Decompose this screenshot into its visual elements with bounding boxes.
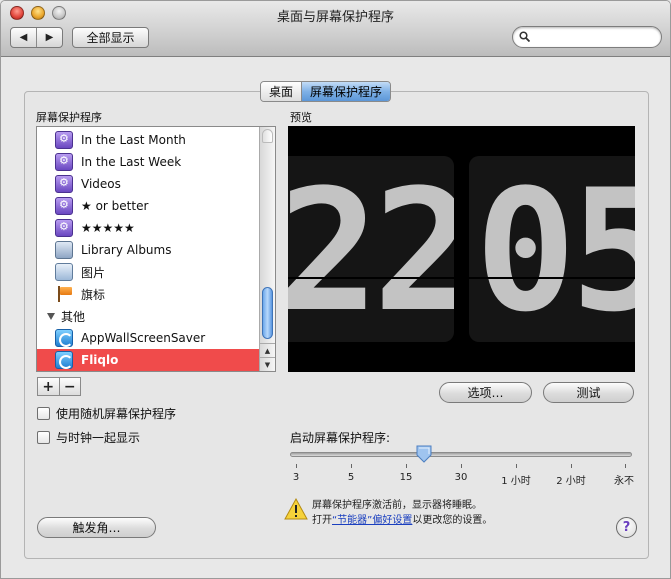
list-item[interactable]: Videos bbox=[37, 173, 259, 195]
list-item-label: ★★★★★ bbox=[81, 221, 135, 235]
smart-album-icon bbox=[55, 197, 73, 215]
pictures-icon bbox=[55, 263, 73, 281]
scrollbar-thumb[interactable] bbox=[262, 287, 273, 339]
list-item-label: Library Albums bbox=[81, 243, 172, 257]
slider-tick bbox=[406, 464, 407, 468]
energy-saver-link[interactable]: “节能器”偏好设置 bbox=[332, 515, 412, 526]
title-toolbar: 桌面与屏幕保护程序 ◀ ▶ 全部显示 bbox=[1, 1, 670, 57]
list-item-selected[interactable]: Fliqlo bbox=[37, 349, 259, 371]
card-hinge bbox=[469, 277, 635, 279]
options-button[interactable]: 选项… bbox=[439, 382, 532, 403]
preferences-window: 桌面与屏幕保护程序 ◀ ▶ 全部显示 桌面 屏幕保护程序 屏幕保护程序 预览 I… bbox=[0, 0, 671, 579]
list-item[interactable]: In the Last Week bbox=[37, 151, 259, 173]
slider-tick bbox=[461, 464, 462, 468]
card-hinge bbox=[288, 277, 454, 279]
slider-knob[interactable] bbox=[416, 445, 432, 463]
slider-tick-label: 3 bbox=[292, 472, 300, 483]
slider-tick-label: 15 bbox=[399, 472, 413, 483]
slider-tick bbox=[571, 464, 572, 468]
warning-icon bbox=[284, 498, 308, 520]
minutes-card: 05 bbox=[469, 156, 635, 342]
warning-text-line1: 屏幕保护程序激活前，显示器将睡眠。 bbox=[312, 500, 482, 511]
nav-segment: ◀ ▶ bbox=[10, 27, 63, 48]
slider-tick bbox=[516, 464, 517, 468]
slider-tick-label: 30 bbox=[454, 472, 468, 483]
remove-button[interactable]: − bbox=[60, 378, 81, 395]
slider-tick bbox=[351, 464, 352, 468]
scroll-up-arrow-icon[interactable]: ▲ bbox=[260, 343, 275, 357]
list-item[interactable]: Library Albums bbox=[37, 239, 259, 261]
list-item-label: AppWallScreenSaver bbox=[81, 331, 206, 345]
screensaver-list[interactable]: In the Last Month In the Last Week Video… bbox=[36, 126, 276, 372]
screensaver-preview: 22 05 bbox=[288, 126, 635, 372]
scrollbar-top-cap bbox=[262, 129, 273, 143]
slider-tick-label: 2 小时 bbox=[556, 476, 586, 487]
list-item[interactable]: AppWallScreenSaver bbox=[37, 327, 259, 349]
smart-album-icon bbox=[55, 219, 73, 237]
list-item-label: Videos bbox=[81, 177, 121, 191]
list-item[interactable]: 旗标 bbox=[37, 283, 259, 305]
start-after-slider[interactable] bbox=[290, 452, 632, 457]
random-screensaver-checkbox[interactable] bbox=[37, 407, 50, 420]
minutes-digits: 05 bbox=[475, 156, 635, 342]
test-button[interactable]: 测试 bbox=[543, 382, 634, 403]
slider-tick bbox=[296, 464, 297, 468]
hours-card: 22 bbox=[288, 156, 454, 342]
slider-tick bbox=[625, 464, 626, 468]
list-group-header[interactable]: 其他 bbox=[37, 305, 259, 327]
list-item-label: In the Last Month bbox=[81, 133, 186, 147]
list-item-label: ★ or better bbox=[81, 199, 149, 213]
hours-digits: 22 bbox=[288, 167, 454, 335]
list-item-label: 图片 bbox=[81, 265, 106, 280]
preview-label: 预览 bbox=[290, 111, 312, 124]
search-field[interactable] bbox=[512, 26, 662, 48]
search-input[interactable] bbox=[535, 29, 655, 45]
random-screensaver-row[interactable]: 使用随机屏幕保护程序 bbox=[37, 405, 176, 422]
tab-bar: 桌面 屏幕保护程序 bbox=[260, 81, 392, 102]
slider-tick-label: 5 bbox=[347, 472, 355, 483]
screensaver-list-label: 屏幕保护程序 bbox=[36, 111, 102, 124]
smart-album-icon bbox=[55, 131, 73, 149]
warning-prefix: 打开 bbox=[312, 515, 332, 526]
random-screensaver-label[interactable]: 使用随机屏幕保护程序 bbox=[56, 405, 176, 422]
list-item[interactable]: ★ or better bbox=[37, 195, 259, 217]
warning-text-line2: 打开“节能器”偏好设置以更改您的设置。 bbox=[312, 511, 492, 526]
list-item[interactable]: 图片 bbox=[37, 261, 259, 283]
disclosure-triangle-icon[interactable] bbox=[47, 312, 55, 320]
smart-album-icon bbox=[55, 175, 73, 193]
list-item[interactable]: In the Last Month bbox=[37, 129, 259, 151]
warning-suffix: 以更改您的设置。 bbox=[412, 515, 493, 526]
add-button[interactable]: + bbox=[38, 378, 60, 395]
show-clock-checkbox[interactable] bbox=[37, 431, 50, 444]
show-clock-row[interactable]: 与时钟一起显示 bbox=[37, 429, 140, 446]
albums-icon bbox=[55, 241, 73, 259]
window-title: 桌面与屏幕保护程序 bbox=[276, 10, 394, 25]
smart-album-icon bbox=[55, 153, 73, 171]
list-item-label: In the Last Week bbox=[81, 155, 182, 169]
scroll-down-arrow-icon[interactable]: ▼ bbox=[260, 357, 275, 371]
screensaver-icon bbox=[55, 351, 73, 369]
tab-screensaver[interactable]: 屏幕保护程序 bbox=[301, 82, 391, 101]
forward-button[interactable]: ▶ bbox=[37, 28, 62, 47]
list-item[interactable]: ★★★★★ bbox=[37, 217, 259, 239]
screensaver-icon bbox=[55, 329, 73, 347]
list-item-label: 旗标 bbox=[81, 287, 106, 302]
list-item-label: Fliqlo bbox=[81, 353, 119, 367]
slider-tick-label: 1 小时 bbox=[501, 476, 531, 487]
show-all-button[interactable]: 全部显示 bbox=[72, 27, 149, 48]
hot-corners-button[interactable]: 触发角… bbox=[37, 517, 156, 538]
show-clock-label[interactable]: 与时钟一起显示 bbox=[56, 429, 140, 446]
list-group-label: 其他 bbox=[61, 309, 86, 324]
start-after-label: 启动屏幕保护程序: bbox=[290, 431, 391, 445]
list-scrollbar[interactable]: ▲ ▼ bbox=[259, 127, 275, 371]
back-button[interactable]: ◀ bbox=[11, 28, 37, 47]
add-remove-control: + − bbox=[37, 377, 81, 396]
help-button[interactable]: ? bbox=[616, 517, 637, 538]
search-icon bbox=[519, 31, 530, 42]
flag-icon bbox=[55, 285, 73, 303]
slider-tick-label: 永不 bbox=[614, 476, 634, 487]
tab-desktop[interactable]: 桌面 bbox=[261, 82, 302, 101]
